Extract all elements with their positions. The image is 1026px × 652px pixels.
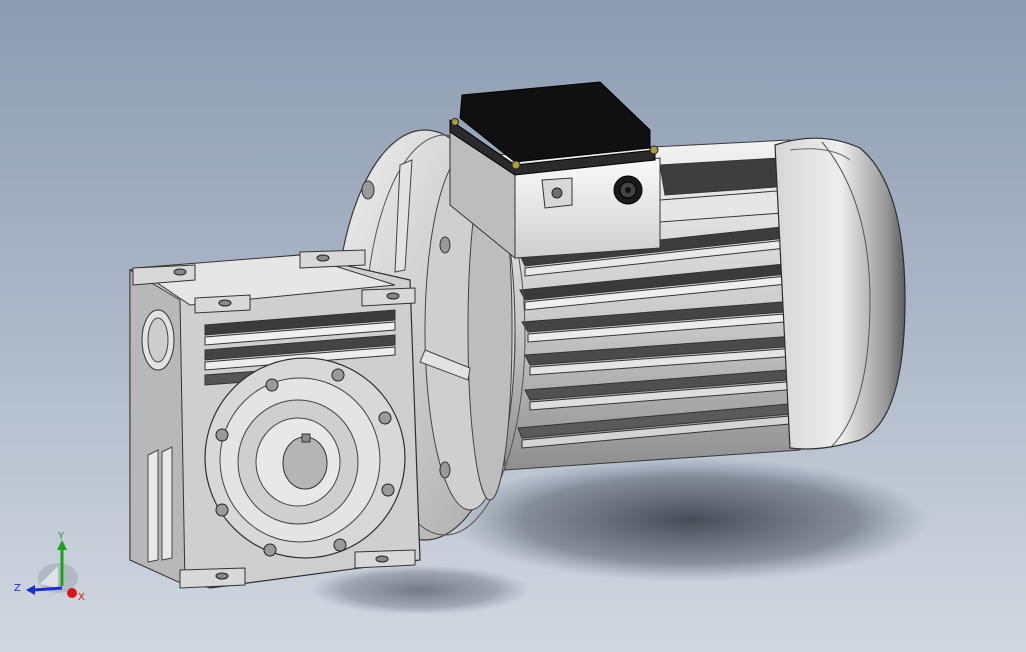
output-flange[interactable] — [204, 357, 406, 559]
coordinate-triad[interactable]: Y Z X — [10, 528, 100, 608]
lid-screw — [649, 145, 659, 155]
flange-bolt-hole — [439, 236, 451, 254]
cable-gland[interactable] — [613, 175, 643, 205]
lid-screw — [511, 160, 521, 170]
flange-bolt — [378, 411, 392, 425]
flange-bolt — [215, 428, 229, 442]
fan-cover[interactable] — [774, 137, 906, 450]
flange-bolt — [331, 368, 345, 382]
worm-gearbox[interactable] — [129, 249, 421, 589]
graphics-viewport[interactable]: Y Z X — [0, 0, 1026, 652]
model-shadow-left — [310, 565, 530, 615]
lid-screw — [451, 118, 459, 126]
flange-bolt-hole — [361, 180, 375, 200]
flange-bolt — [265, 378, 279, 392]
x-axis-label: X — [78, 592, 85, 603]
flange-bolt — [263, 543, 277, 557]
y-axis-label: Y — [57, 531, 65, 542]
z-axis-arrow — [33, 586, 63, 592]
flange-bolt — [381, 483, 395, 497]
model-shadow — [450, 458, 930, 582]
flange-bolt-hole — [439, 461, 451, 479]
x-axis-arrow — [67, 588, 77, 598]
flange-bolt — [215, 503, 229, 517]
z-axis-label: Z — [14, 583, 21, 594]
output-shaft-bore — [282, 436, 328, 490]
flange-bolt — [333, 538, 347, 552]
model-scene[interactable] — [0, 0, 1026, 652]
